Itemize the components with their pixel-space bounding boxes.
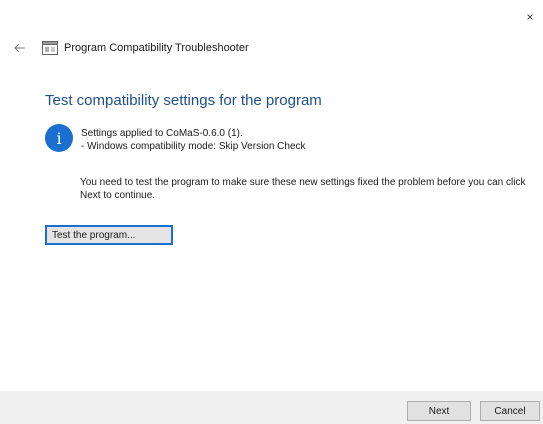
info-icon: i xyxy=(45,124,73,152)
window-header: Program Compatibility Troubleshooter xyxy=(12,38,249,58)
window-title: Program Compatibility Troubleshooter xyxy=(64,42,249,54)
test-program-button[interactable]: Test the program... xyxy=(45,225,173,245)
cancel-button[interactable]: Cancel xyxy=(480,401,540,421)
settings-info: i Settings applied to CoMaS-0.6.0 (1). -… xyxy=(45,124,306,153)
troubleshooter-app-icon xyxy=(42,41,58,55)
instruction-message: You need to test the program to make sur… xyxy=(80,177,526,201)
footer-bar: Next Cancel xyxy=(0,391,543,424)
compatibility-mode-text: - Windows compatibility mode: Skip Versi… xyxy=(81,141,306,152)
back-arrow-icon[interactable] xyxy=(12,40,28,56)
next-button[interactable]: Next xyxy=(407,401,471,421)
page-heading: Test compatibility settings for the prog… xyxy=(45,92,322,109)
settings-info-text: Settings applied to CoMaS-0.6.0 (1). - W… xyxy=(81,124,306,153)
settings-applied-text: Settings applied to CoMaS-0.6.0 (1). xyxy=(81,128,243,139)
troubleshooter-window: × Program Compatibility Troubleshooter T… xyxy=(0,0,543,424)
close-icon[interactable]: × xyxy=(523,10,537,24)
